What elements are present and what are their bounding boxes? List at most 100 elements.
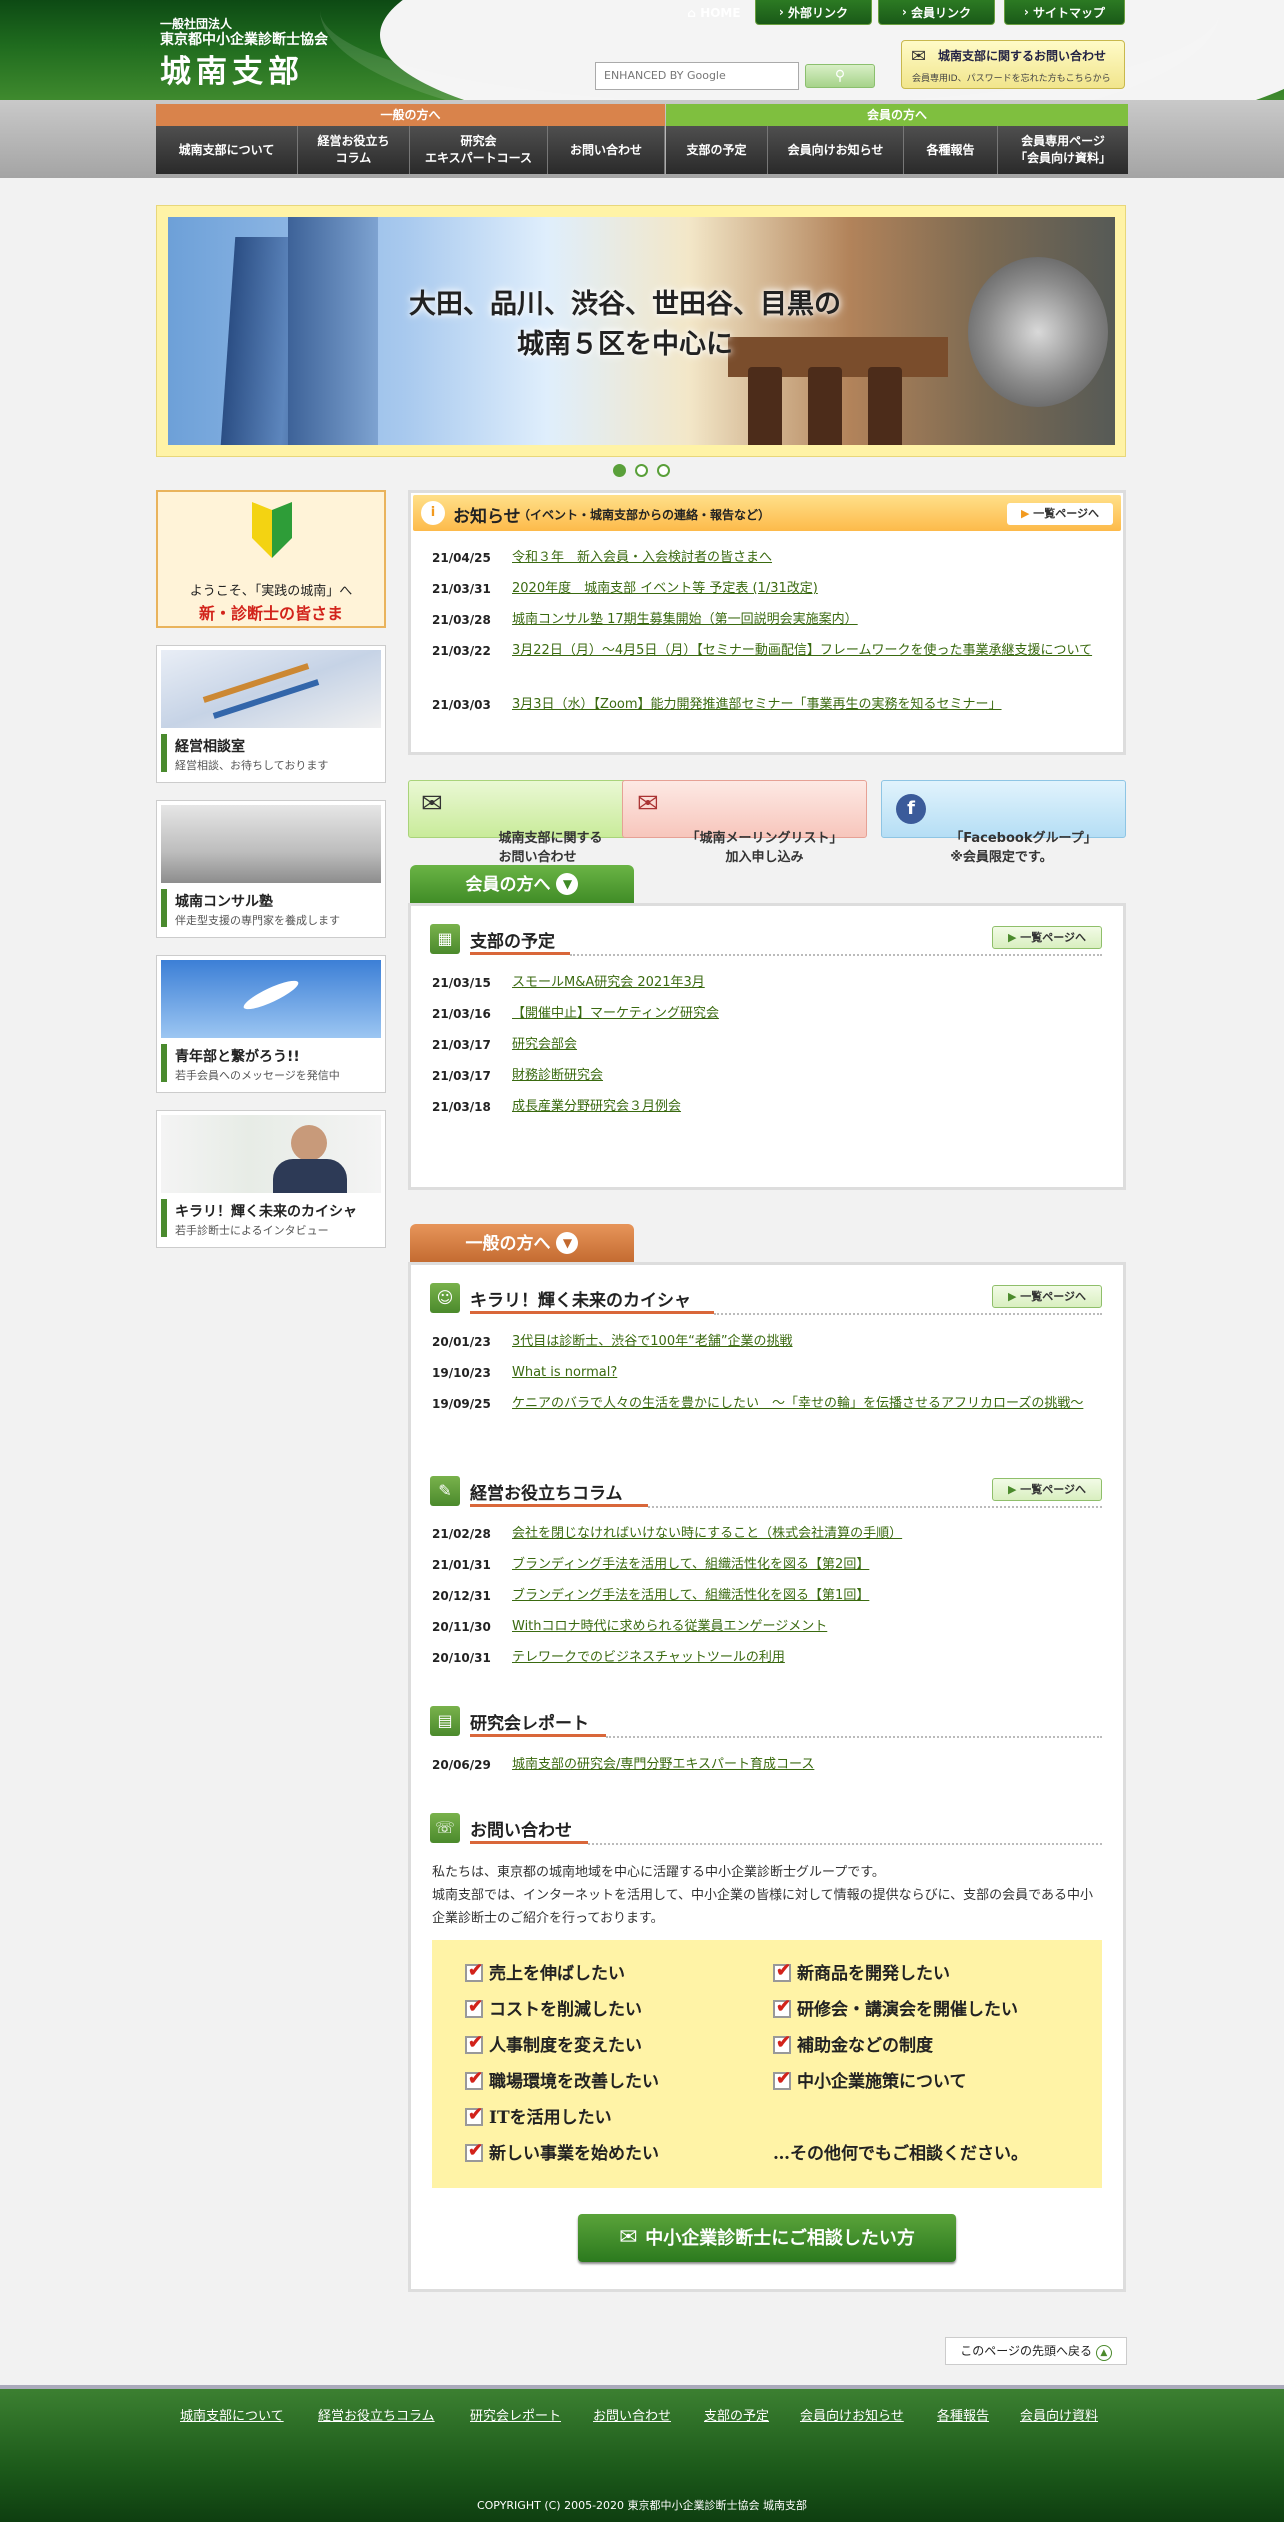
gnav-study[interactable]: 研究会 エキスパートコース [410, 126, 548, 174]
kirari-link[interactable]: ケニアのバラで人々の生活を豊かにしたい ～「幸せの輪」を伝播させるアフリカローズ… [512, 1393, 1102, 1415]
kirari-header: ☺ キラリ！輝く未来のカイシャ ▶ 一覧ページへ [430, 1283, 1102, 1315]
notice-date: 21/03/28 [432, 613, 491, 627]
copyright: COPYRIGHT (C) 2005-2020 東京都中小企業診断士協会 城南支… [476, 2499, 808, 2512]
schedule-link[interactable]: 【開催中止】マーケティング研究会 [512, 1003, 719, 1025]
sidebar-welcome[interactable]: ようこそ、「実践の城南」へ 新・診断士の皆さま [156, 490, 386, 628]
schedule-date: 21/03/17 [432, 1069, 491, 1083]
sidebar-item-consult[interactable]: 経営相談室 経営相談、お待ちしております [156, 645, 386, 783]
building-shape [288, 217, 378, 445]
play-icon: ▶ [1007, 931, 1021, 944]
search-input[interactable]: ENHANCED BY Google [595, 62, 799, 90]
sidebar-item-kirari[interactable]: キラリ！輝く未来のカイシャ 若手診断士によるインタビュー [156, 1110, 386, 1248]
consult-image [161, 650, 381, 728]
nav-external-links[interactable]: › 外部リンク [755, 0, 872, 25]
consult-diagnostician-button[interactable]: ✉ 中小企業診断士にご相談したい方 [578, 2214, 956, 2262]
accent-bar [161, 889, 167, 927]
column-link[interactable]: テレワークでのビジネスチャットツールの利用 [512, 1647, 785, 1669]
schedule-date: 21/03/17 [432, 1038, 491, 1052]
notice-link[interactable]: 3月22日（月）～4月5日（月）【セミナー動画配信】フレームワークを使った事業承… [512, 640, 1102, 662]
dotted-rule [714, 1313, 1102, 1315]
column-date: 21/01/31 [432, 1558, 491, 1572]
footer-link-reports[interactable]: 各種報告 [937, 2405, 989, 2424]
slider-dot-2[interactable] [635, 464, 648, 477]
notice-link[interactable]: 城南コンサル塾 17期生募集開始（第一回説明会実施案内） [512, 609, 1102, 631]
notice-list-button[interactable]: ▶ 一覧ページへ [1007, 503, 1113, 525]
notice-link[interactable]: 3月3日（水）【Zoom】能力開発推進部セミナー「事業再生の実務を知るセミナー」 [512, 694, 1102, 716]
schedule-link[interactable]: 成長産業分野研究会３月例会 [512, 1096, 681, 1118]
nav-member-label: 会員リンク [911, 5, 972, 20]
kirari-link[interactable]: What is normal? [512, 1362, 617, 1384]
consult-button-label: 中小企業診断士にご相談したい方 [645, 2228, 915, 2249]
machine-shape [968, 257, 1108, 407]
check-label: 研修会・講演会を開催したい [797, 2000, 1018, 2020]
title-underline [470, 1311, 714, 1314]
tab-general[interactable]: 一般の方へ ▼ [410, 1224, 634, 1264]
column-link[interactable]: ブランディング手法を活用して、組織活性化を図る【第1回】 [512, 1585, 869, 1607]
checkbox-icon [465, 2140, 483, 2162]
gnav-reports[interactable]: 各種報告 [904, 126, 998, 174]
nav-sitemap-label: サイトマップ [1033, 5, 1106, 20]
stool-shape [808, 367, 842, 445]
notice-subtitle: （イベント・城南支部からの連絡・報告など） [518, 508, 771, 522]
footer-link-schedule[interactable]: 支部の予定 [704, 2405, 769, 2424]
gnav-column[interactable]: 経営お役立ち コラム [298, 126, 410, 174]
checkbox-icon [465, 2104, 483, 2126]
nav-home[interactable]: ⌂ HOME [675, 0, 753, 25]
report-link[interactable]: 城南支部の研究会/専門分野エキスパート育成コース [512, 1754, 814, 1776]
back-to-top-button[interactable]: このページの先頭へ戻る ▲ [945, 2337, 1127, 2365]
checkbox-icon [773, 1996, 791, 2018]
notice-link[interactable]: 令和３年 新入会員・入会検討者の皆さまへ [512, 547, 1102, 569]
nav-sitemap[interactable]: › サイトマップ [1004, 0, 1125, 25]
schedule-link[interactable]: 研究会部会 [512, 1034, 577, 1056]
gnav-contact[interactable]: お問い合わせ [548, 126, 665, 174]
cta-contact[interactable]: ✉ 城南支部に関する お問い合わせ [408, 780, 653, 865]
column-link[interactable]: Withコロナ時代に求められる従業員エンゲージメント [512, 1616, 827, 1638]
footer-link-about[interactable]: 城南支部について [180, 2405, 284, 2424]
other-note: …その他何でもご相談ください。 [773, 2144, 1028, 2164]
gnav-member-news[interactable]: 会員向けお知らせ [768, 126, 904, 174]
header-contact-button[interactable]: ✉ 城南支部に関するお問い合わせ 会員専用ID、パスワードを忘れた方もこちらから [901, 40, 1125, 89]
footer-link-column[interactable]: 経営お役立ちコラム [318, 2405, 435, 2424]
column-list-button[interactable]: ▶ 一覧ページへ [992, 1478, 1102, 1501]
kirari-list-button[interactable]: ▶ 一覧ページへ [992, 1285, 1102, 1308]
gnav-about[interactable]: 城南支部について [156, 126, 298, 174]
column-link[interactable]: 会社を閉じなければいけない時にすること（株式会社清算の手順） [512, 1523, 902, 1545]
accent-bar [161, 1044, 167, 1082]
schedule-list-button[interactable]: ▶ 一覧ページへ [992, 926, 1102, 949]
sidebar-item-youth[interactable]: 青年部と繋がろう!! 若手会員へのメッセージを発信中 [156, 955, 386, 1093]
notice-link[interactable]: 2020年度 城南支部 イベント等 予定表 (1/31改定) [512, 578, 1102, 600]
slider-dot-1[interactable] [613, 464, 626, 477]
gnav-schedule[interactable]: 支部の予定 [666, 126, 768, 174]
schedule-link[interactable]: 財務診断研究会 [512, 1065, 603, 1087]
nav-member-links[interactable]: › 会員リンク [878, 0, 995, 25]
footer-link-member-docs[interactable]: 会員向け資料 [1020, 2405, 1098, 2424]
arrow-up-icon: ▲ [1095, 2345, 1112, 2361]
cta-mailing-label: 「城南メーリングリスト」 加入申し込み [686, 831, 843, 865]
column-date: 20/10/31 [432, 1651, 491, 1665]
sidebar-item-juku[interactable]: 城南コンサル塾 伴走型支援の専門家を養成します [156, 800, 386, 938]
site-logo-branch[interactable]: 城南支部 [160, 46, 304, 91]
gnav-member-page[interactable]: 会員専用ページ 「会員向け資料」 [998, 126, 1128, 174]
schedule-link[interactable]: スモールM&A研究会 2021年3月 [512, 972, 705, 994]
search-button[interactable]: ⚲ [805, 64, 875, 88]
person-head-shape [291, 1125, 327, 1161]
footer-link-member-news[interactable]: 会員向けお知らせ [800, 2405, 904, 2424]
title-underline [470, 1841, 588, 1844]
column-date: 20/12/31 [432, 1589, 491, 1603]
gnav-label: 城南支部について [178, 142, 275, 157]
beginner-mark-icon [252, 502, 292, 558]
kirari-link[interactable]: 3代目は診断士、渋谷で100年“老舗”企業の挑戦 [512, 1331, 793, 1353]
cta-facebook[interactable]: f 「Facebookグループ」 ※会員限定です。 [881, 780, 1126, 865]
slider-dot-3[interactable] [657, 464, 670, 477]
cta-mailing-list[interactable]: ✉ 「城南メーリングリスト」 加入申し込み [622, 780, 867, 865]
footer-link-report[interactable]: 研究会レポート [470, 2405, 561, 2424]
dotted-rule [648, 1506, 1102, 1508]
member-nav-label: 会員の方へ [666, 104, 1128, 126]
chevron-right-icon: › [778, 5, 789, 19]
footer-link-contact[interactable]: お問い合わせ [593, 2405, 671, 2424]
envelope-icon: ✉ [619, 2225, 646, 2250]
chevron-right-icon: › [901, 5, 912, 19]
check-label: 人事制度を変えたい [489, 2036, 642, 2056]
tab-member[interactable]: 会員の方へ ▼ [410, 865, 634, 905]
column-link[interactable]: ブランディング手法を活用して、組織活性化を図る【第2回】 [512, 1554, 869, 1576]
